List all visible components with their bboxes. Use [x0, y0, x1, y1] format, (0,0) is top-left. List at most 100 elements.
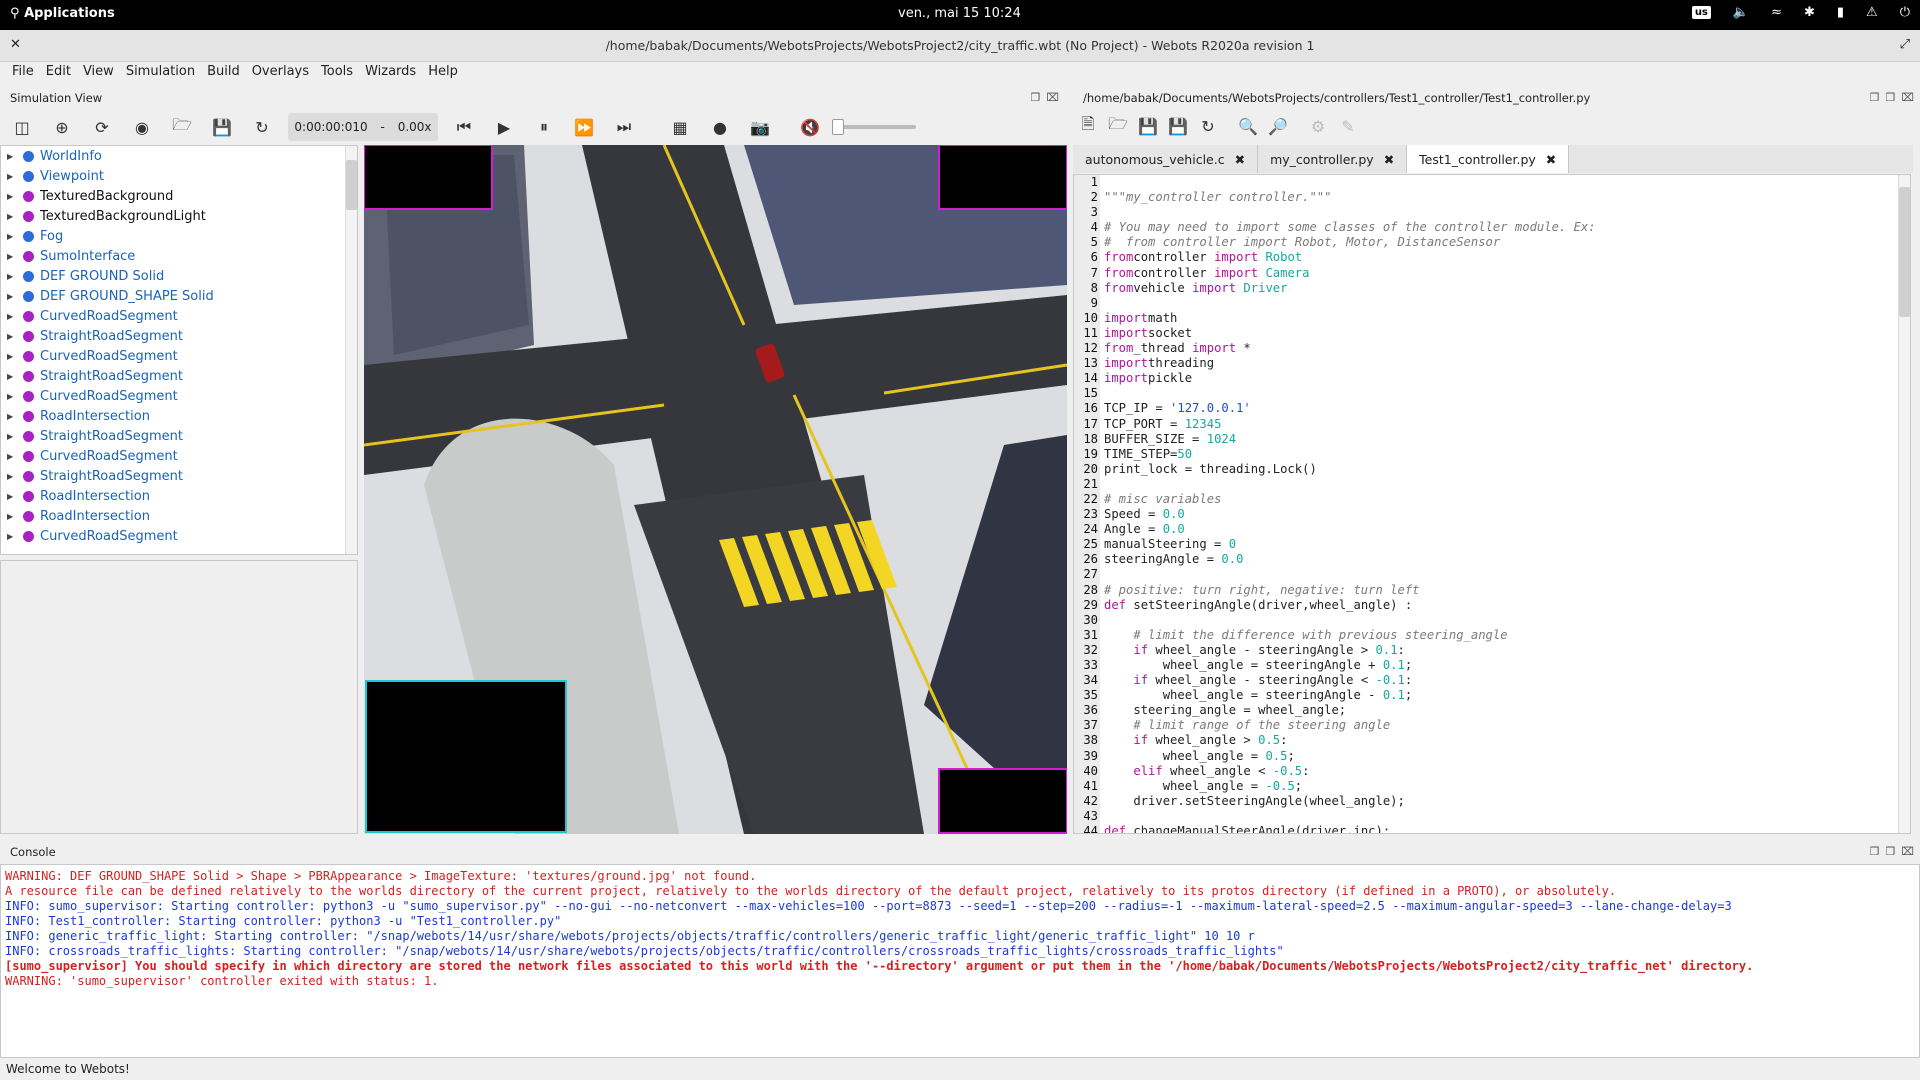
- scene-tree-node[interactable]: ▶ RoadIntersection: [1, 486, 357, 506]
- expand-arrow-icon[interactable]: ▶: [7, 232, 23, 241]
- scene-tree-scrollbar-thumb[interactable]: [346, 160, 357, 210]
- visibility-eye-icon[interactable]: ◉: [122, 112, 162, 142]
- render-toggle-icon[interactable]: ▦: [660, 112, 700, 142]
- volume-slider-handle[interactable]: [832, 119, 844, 135]
- add-node-icon[interactable]: ⊕: [42, 112, 82, 142]
- volume-icon[interactable]: 🔈: [1733, 5, 1749, 20]
- scene-tree-node[interactable]: ▶ RoadIntersection: [1, 406, 357, 426]
- scene-tree-node[interactable]: ▶ CurvedRoadSegment: [1, 306, 357, 326]
- keyboard-layout-indicator[interactable]: us: [1691, 6, 1711, 19]
- code-scrollbar-thumb[interactable]: [1899, 187, 1910, 317]
- expand-arrow-icon[interactable]: ▶: [7, 332, 23, 341]
- run-icon[interactable]: ⏩: [564, 112, 604, 142]
- toggle-scene-tree-icon[interactable]: ◫: [2, 112, 42, 142]
- expand-arrow-icon[interactable]: ▶: [7, 472, 23, 481]
- new-file-icon[interactable]: 🗎: [1073, 111, 1103, 141]
- console-minimize-icon[interactable]: ❐: [1870, 845, 1880, 858]
- expand-arrow-icon[interactable]: ▶: [7, 192, 23, 201]
- pause-icon[interactable]: ⏸: [524, 112, 564, 142]
- expand-arrow-icon[interactable]: ▶: [7, 412, 23, 421]
- code-scrollbar[interactable]: [1898, 175, 1910, 833]
- 3d-view[interactable]: [364, 145, 1067, 834]
- expand-arrow-icon[interactable]: ▶: [7, 392, 23, 401]
- scene-tree-scrollbar[interactable]: [345, 146, 357, 554]
- menu-tools[interactable]: Tools: [315, 62, 359, 84]
- console-close-icon[interactable]: ⌧: [1901, 845, 1914, 858]
- save-file-icon[interactable]: 💾: [1133, 111, 1163, 141]
- save-all-icon[interactable]: 💾: [1163, 111, 1193, 141]
- expand-arrow-icon[interactable]: ▶: [7, 432, 23, 441]
- code-editor[interactable]: 1 2 """my_controller controller.""" 3 4 # You…: [1073, 174, 1911, 834]
- clean-icon[interactable]: ✎: [1333, 111, 1363, 141]
- mute-icon[interactable]: 🔇: [790, 112, 830, 142]
- editor-float-icon[interactable]: ❐: [1885, 91, 1895, 104]
- console-output[interactable]: WARNING: DEF GROUND_SHAPE Solid > Shape …: [0, 864, 1920, 1058]
- scene-tree-node[interactable]: ▶ StraightRoadSegment: [1, 326, 357, 346]
- close-tab-icon[interactable]: ✖: [1546, 152, 1556, 167]
- tab-autonomous-vehicle[interactable]: autonomous_vehicle.c ✖: [1073, 145, 1259, 173]
- clock[interactable]: ven., mai 15 10:24: [898, 6, 1021, 21]
- replace-icon[interactable]: 🔎: [1263, 111, 1293, 141]
- bluetooth-icon[interactable]: ✱: [1804, 5, 1815, 20]
- scene-tree-node[interactable]: ▶ TexturedBackground: [1, 186, 357, 206]
- scene-tree-node[interactable]: ▶ WorldInfo: [1, 146, 357, 166]
- scene-tree-node[interactable]: ▶ CurvedRoadSegment: [1, 386, 357, 406]
- battery-icon[interactable]: ▮: [1837, 5, 1844, 20]
- expand-arrow-icon[interactable]: ▶: [7, 152, 23, 161]
- scene-tree-node[interactable]: ▶ RoadIntersection: [1, 506, 357, 526]
- scene-tree-node[interactable]: ▶ StraightRoadSegment: [1, 466, 357, 486]
- expand-arrow-icon[interactable]: ▶: [7, 532, 23, 541]
- menu-view[interactable]: View: [77, 62, 120, 84]
- tab-test1-controller[interactable]: Test1_controller.py ✖: [1407, 145, 1570, 173]
- scene-tree-node[interactable]: ▶ StraightRoadSegment: [1, 366, 357, 386]
- scene-tree-node[interactable]: ▶ DEF GROUND Solid: [1, 266, 357, 286]
- float-icon[interactable]: ❐: [1030, 91, 1040, 104]
- expand-arrow-icon[interactable]: ▶: [7, 492, 23, 501]
- maximize-icon[interactable]: ⤢: [1900, 37, 1910, 52]
- power-icon[interactable]: ⏻: [1900, 5, 1910, 20]
- volume-slider[interactable]: [832, 119, 916, 135]
- camera-overlay-top-right[interactable]: [938, 145, 1067, 210]
- expand-arrow-icon[interactable]: ▶: [7, 172, 23, 181]
- menu-help[interactable]: Help: [422, 62, 464, 84]
- editor-minimize-icon[interactable]: ❐: [1870, 91, 1880, 104]
- menu-edit[interactable]: Edit: [40, 62, 77, 84]
- expand-arrow-icon[interactable]: ▶: [7, 252, 23, 261]
- editor-close-dock-icon[interactable]: ⌧: [1901, 91, 1914, 104]
- close-tab-icon[interactable]: ✖: [1235, 152, 1245, 167]
- step-icon[interactable]: ▶: [484, 112, 524, 142]
- camera-overlay-bottom-left[interactable]: [365, 680, 567, 833]
- scene-tree-node[interactable]: ▶ CurvedRoadSegment: [1, 526, 357, 546]
- scene-tree-node[interactable]: ▶ CurvedRoadSegment: [1, 346, 357, 366]
- record-icon[interactable]: ●: [700, 112, 740, 142]
- reset-view-icon[interactable]: ⟳: [82, 112, 122, 142]
- expand-arrow-icon[interactable]: ▶: [7, 212, 23, 221]
- scene-tree-node[interactable]: ▶ Fog: [1, 226, 357, 246]
- menu-simulation[interactable]: Simulation: [120, 62, 201, 84]
- camera-overlay-bottom-right[interactable]: [938, 768, 1067, 834]
- find-icon[interactable]: 🔍: [1233, 111, 1263, 141]
- scene-tree-node[interactable]: ▶ SumoInterface: [1, 246, 357, 266]
- scene-tree-node[interactable]: ▶ DEF GROUND_SHAPE Solid: [1, 286, 357, 306]
- expand-arrow-icon[interactable]: ▶: [7, 312, 23, 321]
- applications-menu[interactable]: ⚲ Applications: [10, 6, 115, 21]
- reload-world-icon[interactable]: ↻: [242, 112, 282, 142]
- tab-my-controller[interactable]: my_controller.py ✖: [1258, 145, 1408, 173]
- menu-build[interactable]: Build: [201, 62, 246, 84]
- close-dock-icon[interactable]: ⌧: [1046, 91, 1059, 104]
- screenshot-icon[interactable]: 📷: [740, 112, 780, 142]
- reset-simulation-icon[interactable]: ⏮: [444, 112, 484, 142]
- open-file-icon[interactable]: 🗁: [1103, 111, 1133, 141]
- notification-icon[interactable]: ⚠: [1866, 5, 1878, 20]
- menu-file[interactable]: File: [6, 62, 40, 84]
- menu-wizards[interactable]: Wizards: [359, 62, 422, 84]
- scene-tree-node[interactable]: ▶ TexturedBackgroundLight: [1, 206, 357, 226]
- save-world-icon[interactable]: 💾: [202, 112, 242, 142]
- scene-tree-node[interactable]: ▶ StraightRoadSegment: [1, 426, 357, 446]
- expand-arrow-icon[interactable]: ▶: [7, 292, 23, 301]
- close-tab-icon[interactable]: ✖: [1384, 152, 1394, 167]
- expand-arrow-icon[interactable]: ▶: [7, 272, 23, 281]
- scene-tree-node[interactable]: ▶ CurvedRoadSegment: [1, 446, 357, 466]
- expand-arrow-icon[interactable]: ▶: [7, 372, 23, 381]
- menu-overlays[interactable]: Overlays: [246, 62, 315, 84]
